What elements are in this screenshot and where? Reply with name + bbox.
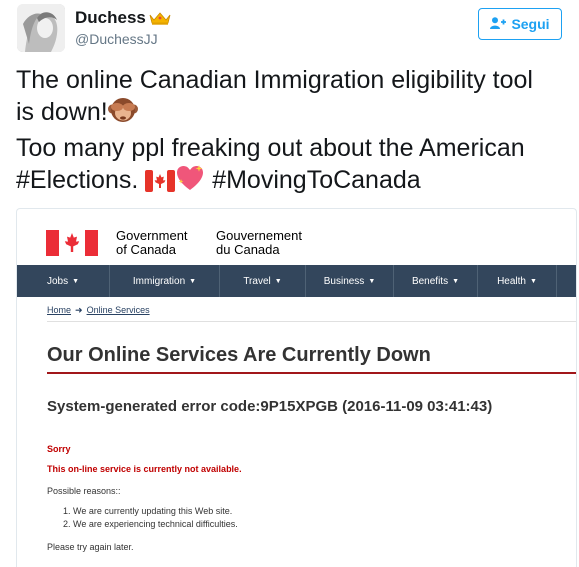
hashtag-movingtocanada[interactable]: #MovingToCanada <box>212 166 420 194</box>
sparkling-heart-icon <box>175 164 205 200</box>
nav-item-business[interactable]: Business ▼ <box>306 265 394 297</box>
nav-item-label: Jobs <box>46 275 69 287</box>
add-user-icon <box>490 16 507 32</box>
government-of-canada-wordmark: Government of Canada <box>116 229 188 257</box>
chevron-down-icon: ▼ <box>452 277 460 285</box>
nav-item-benefits[interactable]: Benefits ▼ <box>394 265 478 297</box>
chevron-down-icon: ▼ <box>529 277 537 285</box>
nav-item-label: Benefits <box>411 275 449 287</box>
nav-item-health[interactable]: Health ▼ <box>478 265 557 297</box>
nav-item-jobs[interactable]: Jobs ▼ <box>17 265 110 297</box>
nav-item-travel[interactable]: Travel ▼ <box>220 265 306 297</box>
chevron-down-icon: ▼ <box>72 277 80 285</box>
see-no-evil-monkey-icon <box>107 96 138 132</box>
nav-item-immigration[interactable]: Immigration ▼ <box>110 265 220 297</box>
tweet-text: The online Canadian Immigration eligibil… <box>16 64 571 200</box>
tweet-text-line-2-text: is down! <box>16 98 108 126</box>
sorry-label: Sorry <box>47 444 71 454</box>
arrow-right-icon: ➜ <box>75 305 83 315</box>
breadcrumb: Home ➜ Online Services <box>47 305 150 316</box>
chevron-down-icon: ▼ <box>368 277 376 285</box>
nav-item-label: Health <box>497 275 526 287</box>
tweet-text-line-3: Too many ppl freaking out about the Amer… <box>16 134 525 162</box>
gov-fr-line2: du Canada <box>216 242 280 257</box>
chevron-down-icon: ▼ <box>189 277 197 285</box>
tweet-text-line-4: #Elections. #MovingToCanada <box>16 164 571 200</box>
breadcrumb-online-services-link[interactable]: Online Services <box>87 305 150 315</box>
divider <box>47 321 576 322</box>
try-later-message: Please try again later. <box>47 542 134 552</box>
user-name-text: Duchess <box>75 8 146 27</box>
nav-item-label: Immigration <box>132 275 186 287</box>
title-underline <box>47 372 576 374</box>
gc-nav: Jobs ▼ Immigration ▼ Travel ▼ Business ▼ Ben… <box>17 265 576 297</box>
chevron-down-icon: ▼ <box>274 277 282 285</box>
gov-en-line2: of Canada <box>116 242 176 257</box>
list-item: We are experiencing technical difficulti… <box>73 518 238 531</box>
error-code: System-generated error code:9P15XPGB (20… <box>47 398 493 415</box>
reasons-heading: Possible reasons:: <box>47 486 121 496</box>
user-name[interactable]: Duchess <box>75 8 171 30</box>
follow-button[interactable]: Segui <box>478 8 562 40</box>
list-item: We are currently updating this Web site. <box>73 505 238 518</box>
tweet-text-line-1: The online Canadian Immigration eligibil… <box>16 66 533 94</box>
reasons-list: We are currently updating this Web site.… <box>59 505 238 531</box>
nav-item-label: Business <box>323 275 365 287</box>
gouvernement-du-canada-wordmark: Gouvernement du Canada <box>216 229 302 257</box>
breadcrumb-home-link[interactable]: Home <box>47 305 71 315</box>
follow-button-label: Segui <box>511 16 550 32</box>
tweet-header: Duchess @DuchessJJ Segui <box>17 4 562 52</box>
hashtag-elections[interactable]: #Elections. <box>16 166 138 194</box>
embedded-screenshot[interactable]: Government of Canada Gouvernement du Can… <box>16 208 577 567</box>
crown-icon <box>149 10 171 30</box>
canada-flag-icon <box>145 168 176 200</box>
canada-flag-logo <box>46 230 98 261</box>
avatar[interactable] <box>17 4 65 52</box>
nav-item-label: Travel <box>243 275 271 287</box>
gov-en-line1: Government <box>116 228 188 243</box>
tweet-text-line-2: is down! <box>16 96 571 132</box>
gov-fr-line1: Gouvernement <box>216 228 302 243</box>
not-available-message: This on-line service is currently not av… <box>47 464 242 474</box>
user-handle[interactable]: @DuchessJJ <box>75 31 158 47</box>
gc-header: Government of Canada Gouvernement du Can… <box>17 209 576 265</box>
page-title: Our Online Services Are Currently Down <box>47 344 431 366</box>
